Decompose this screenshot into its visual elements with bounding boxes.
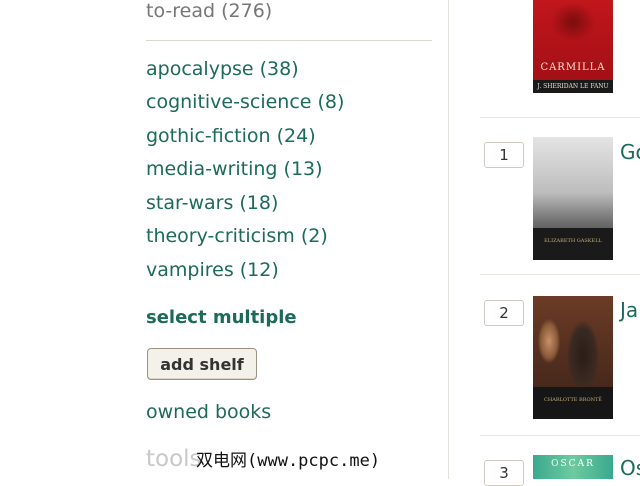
cover-title: OSCAR (551, 459, 595, 469)
sidebar-divider (146, 40, 432, 41)
select-multiple-link[interactable]: select multiple (146, 307, 297, 328)
book-title-link[interactable]: Ja (620, 298, 638, 322)
book-cover-1[interactable]: ELIZABETH GASKELL (533, 137, 613, 260)
shelf-media-writing[interactable]: media-writing (13) (146, 158, 323, 180)
cover-author: J. SHERIDAN LE FANU (533, 80, 613, 93)
shelf-theory-criticism[interactable]: theory-criticism (2) (146, 225, 328, 247)
row-separator (480, 435, 640, 436)
book-rank-field[interactable]: 1 (484, 142, 524, 168)
shelf-apocalypse[interactable]: apocalypse (38) (146, 58, 299, 80)
column-divider (448, 0, 449, 479)
book-title-link[interactable]: Go (620, 140, 640, 164)
cover-band: CHARLOTTE BRONTË (533, 387, 613, 419)
shelf-cognitive-science[interactable]: cognitive-science (8) (146, 91, 344, 113)
shelf-to-read[interactable]: to-read (276) (146, 0, 272, 22)
shelf-vampires[interactable]: vampires (12) (146, 259, 279, 281)
book-cover-carmilla[interactable]: CARMILLA J. SHERIDAN LE FANU (533, 0, 613, 93)
cover-title: CARMILLA (540, 62, 606, 73)
shelf-star-wars[interactable]: star-wars (18) (146, 192, 278, 214)
watermark-text: 双电网(www.pcpc.me) (196, 451, 381, 471)
add-shelf-button[interactable]: add shelf (147, 348, 257, 380)
shelf-gothic-fiction[interactable]: gothic-fiction (24) (146, 125, 316, 147)
cover-author: CHARLOTTE BRONTË (544, 397, 602, 403)
cover-band: ELIZABETH GASKELL (533, 228, 613, 260)
owned-books-link[interactable]: owned books (146, 401, 271, 423)
book-cover-2[interactable]: CHARLOTTE BRONTË (533, 296, 613, 419)
book-rank-field[interactable]: 2 (484, 300, 524, 326)
row-separator (480, 274, 640, 275)
book-title-link[interactable]: Os (620, 456, 640, 480)
cover-author: ELIZABETH GASKELL (544, 238, 602, 244)
book-rank-field[interactable]: 3 (484, 460, 524, 486)
tools-heading: tools (146, 446, 202, 472)
book-cover-3[interactable]: OSCAR (533, 455, 613, 479)
row-separator (480, 117, 640, 118)
